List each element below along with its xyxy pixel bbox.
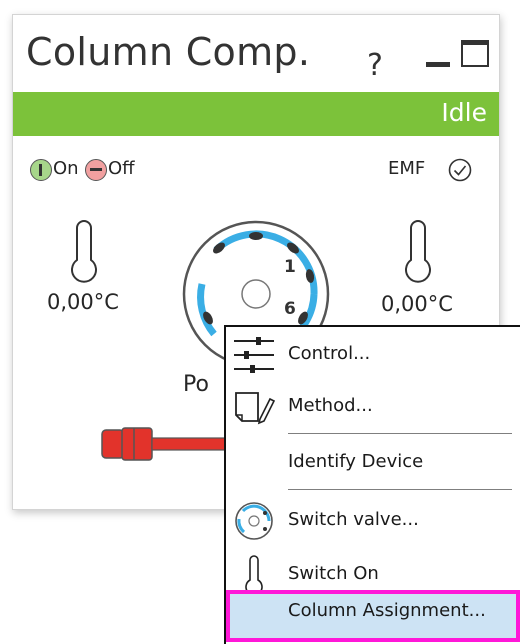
menu-separator (288, 489, 512, 490)
menu-label-control: Control... (288, 343, 371, 364)
checkmark-circle-icon (448, 158, 472, 182)
on-label[interactable]: On (53, 158, 79, 179)
context-menu: Control... Method... Identify Device Swi… (224, 325, 520, 644)
menu-item-switch-valve[interactable]: Switch valve... (226, 499, 520, 543)
minimize-button[interactable] (426, 62, 450, 67)
menu-item-column-assignment[interactable]: Column Assignment... (226, 590, 520, 642)
valve-position-6: 6 (284, 299, 296, 319)
menu-label-identify-device: Identify Device (288, 451, 424, 472)
off-label[interactable]: Off (108, 158, 135, 179)
menu-separator (288, 433, 512, 434)
maximize-button[interactable] (461, 40, 489, 67)
port-label: Po (183, 372, 209, 397)
left-temperature: 0,00°C (47, 290, 119, 314)
menu-label-switch-valve: Switch valve... (288, 509, 419, 530)
right-temperature: 0,00°C (381, 292, 453, 316)
help-button[interactable]: ? (367, 48, 383, 83)
power-on-icon[interactable] (30, 159, 52, 181)
status-bar: Idle (13, 92, 499, 136)
menu-item-control[interactable]: Control... (226, 333, 520, 377)
menu-item-identify-device[interactable]: Identify Device (226, 441, 520, 485)
control-sliders-icon (234, 337, 274, 373)
thermometer-icon (405, 220, 431, 283)
menu-label-method: Method... (288, 395, 373, 416)
column-connector-icon (101, 427, 240, 461)
menu-label-column-assignment: Column Assignment... (288, 600, 486, 621)
thermometer-icon (71, 220, 97, 283)
method-edit-icon (235, 392, 276, 425)
status-text: Idle (441, 98, 487, 127)
menu-item-method[interactable]: Method... (226, 385, 520, 429)
panel-title: Column Comp. (26, 30, 311, 74)
valve-position-1: 1 (284, 257, 296, 277)
emf-label: EMF (388, 158, 426, 179)
switch-valve-icon (235, 502, 273, 540)
menu-label-switch-on: Switch On (288, 563, 379, 584)
power-off-icon[interactable] (85, 159, 107, 181)
